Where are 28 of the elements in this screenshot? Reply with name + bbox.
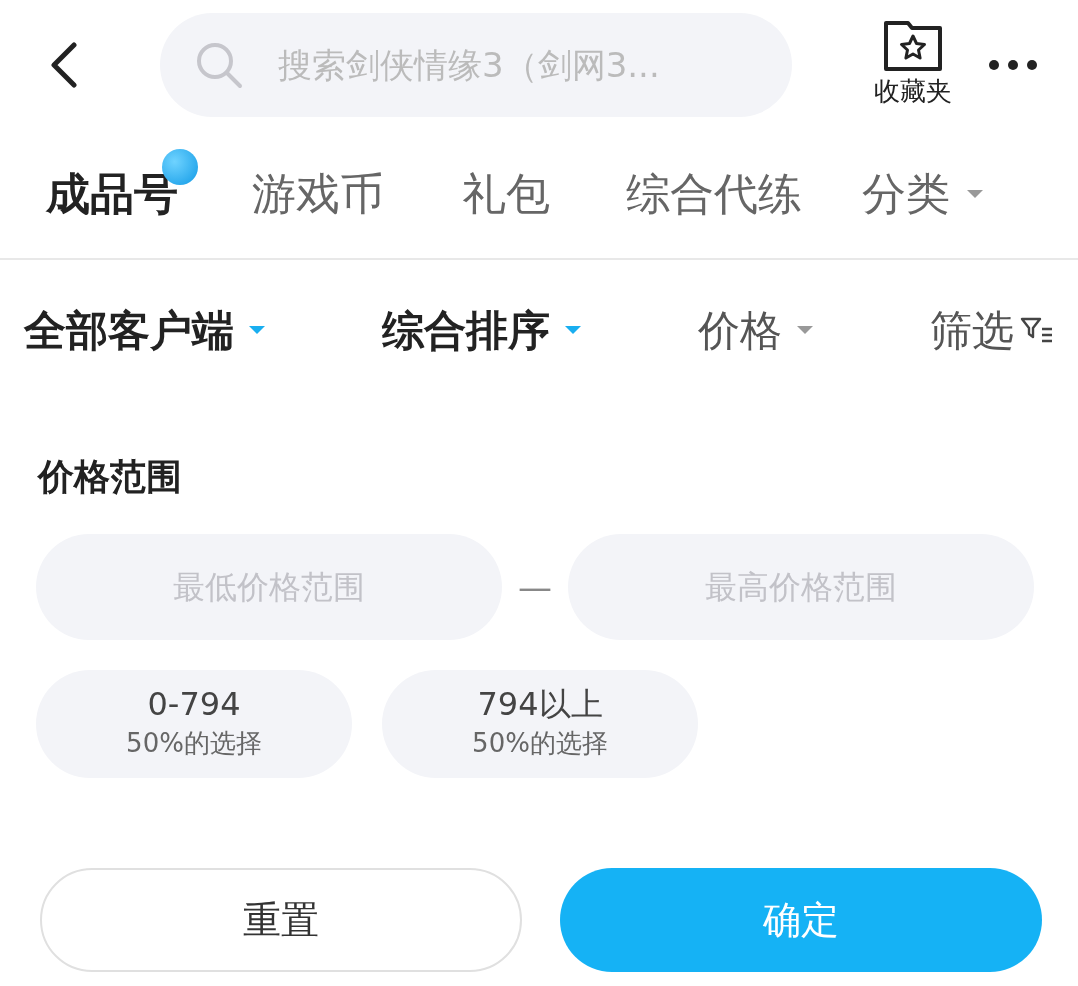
tab[interactable]: 分类 xyxy=(862,161,984,227)
share-text: 50%的选择 xyxy=(472,726,608,760)
folder-star-icon[interactable] xyxy=(883,19,943,72)
section-title: 价格范围 xyxy=(36,455,183,499)
share-text: 50%的选择 xyxy=(126,726,262,760)
favorites-label[interactable]: 收藏夹 xyxy=(874,71,952,111)
tab[interactable]: 综合代练 xyxy=(626,161,802,227)
range-separator: — xyxy=(518,565,552,609)
caret-icon xyxy=(564,325,582,335)
filter-dropdown[interactable]: 全部客户端 xyxy=(24,298,266,362)
price-preset-chip[interactable]: 794以上 50%的选择 xyxy=(382,670,698,778)
tab[interactable]: 游戏币 xyxy=(252,161,384,227)
price-range: 0-794 xyxy=(147,685,241,724)
search-field[interactable]: 搜索剑侠情缘3（剑网3... xyxy=(160,13,792,117)
filter-icon xyxy=(1020,316,1054,344)
tab[interactable]: 成品号 xyxy=(46,161,178,227)
price-range: 794以上 xyxy=(477,685,603,724)
tab[interactable]: 礼包 xyxy=(462,161,550,227)
filter-button[interactable]: 筛选 xyxy=(930,298,1054,362)
more-icon[interactable] xyxy=(988,59,1038,71)
caret-icon xyxy=(796,325,814,335)
caret-icon xyxy=(248,325,266,335)
price-preset-chip[interactable]: 0-794 50%的选择 xyxy=(36,670,352,778)
back-icon[interactable] xyxy=(48,42,78,88)
filter-dropdown[interactable]: 综合排序 xyxy=(382,298,582,362)
filter-dropdown[interactable]: 价格 xyxy=(698,298,814,362)
caret-icon xyxy=(966,189,984,199)
reset-button[interactable]: 重置 xyxy=(40,868,522,972)
